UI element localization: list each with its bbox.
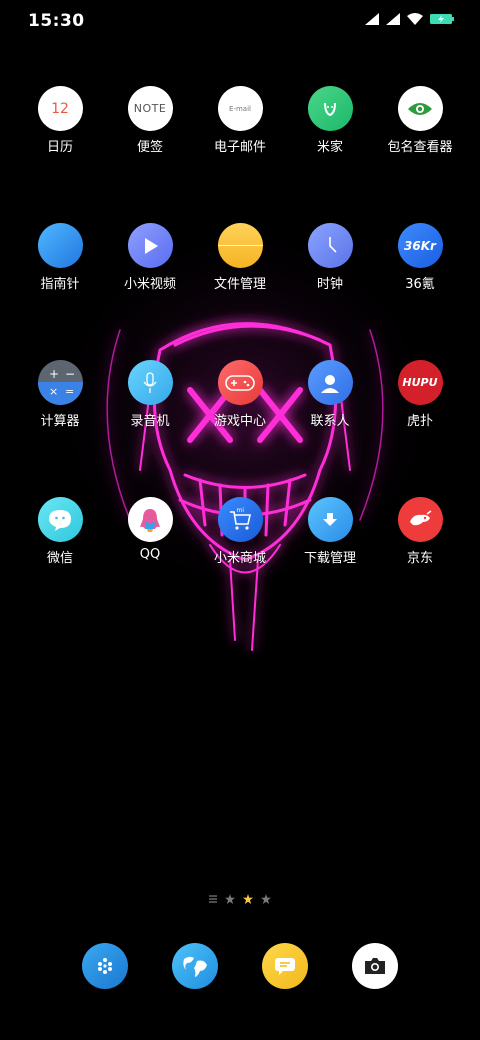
signal-icon [365,13,379,25]
svg-text:−: − [65,367,75,381]
app-label: 时钟 [316,277,343,292]
app-calendar[interactable]: 12 日历 [15,86,105,223]
wechat-icon [37,497,83,542]
star-icon [225,894,235,904]
calendar-date: 12 [51,100,69,117]
app-label: 36氪 [405,277,435,292]
app-label: 小米视频 [123,277,176,292]
microphone-icon [127,360,173,405]
gamepad-icon [217,360,263,405]
app-email[interactable]: E-mail 电子邮件 [195,86,285,223]
app-contacts[interactable]: 联系人 [285,360,375,497]
app-calculator[interactable]: + − × = 计算器 [15,360,105,497]
email-glyph: E-mail [229,104,251,113]
app-label: 京东 [406,551,433,566]
dock-messages[interactable] [262,943,308,989]
app-row: + − × = 计算器 录音机 游戏中心 联系人 HUPU 虎扑 [15,360,465,497]
compass-icon [37,223,83,268]
calendar-icon: 12 [37,86,83,131]
app-game-center[interactable]: 游戏中心 [195,360,285,497]
app-wechat[interactable]: 微信 [15,497,105,634]
hupu-icon: HUPU [397,360,443,405]
app-label: 包名查看器 [387,140,453,155]
dots-icon [98,958,112,974]
36kr-icon: 36Kr [397,223,443,268]
app-mi-video[interactable]: 小米视频 [105,223,195,360]
download-icon [307,497,353,542]
app-downloads[interactable]: 下载管理 [285,497,375,634]
app-label: 便签 [136,140,163,155]
calculator-icon: + − × = [37,360,83,405]
signal-icon [386,13,400,25]
svg-text:×: × [49,385,58,398]
notes-icon: NOTE [127,86,173,131]
app-label: 计算器 [40,414,80,429]
app-grid: 12 日历 NOTE 便签 E-mail 电子邮件 米家 包名查看器 指南针 小… [15,86,465,634]
app-label: 游戏中心 [213,414,266,429]
play-icon [127,223,173,268]
app-compass[interactable]: 指南针 [15,223,105,360]
app-label: 米家 [316,140,343,155]
camera-icon [365,958,385,974]
menu-lines-icon [209,895,217,903]
app-label: 虎扑 [406,414,433,429]
dock-browser[interactable] [172,943,218,989]
app-jd[interactable]: 京东 [375,497,465,634]
app-row: 微信 QQ mi 小米商城 下载管理 京东 [15,497,465,634]
app-row: 指南针 小米视频 文件管理 时钟 36Kr 36氪 [15,223,465,360]
qq-penguin-icon [127,497,173,542]
email-icon: E-mail [217,86,263,131]
app-label: 电子邮件 [213,140,266,155]
app-mijia[interactable]: 米家 [285,86,375,223]
notes-glyph: NOTE [133,102,167,115]
star-icon-active [243,894,253,904]
app-label: 文件管理 [213,277,266,292]
page-indicator[interactable] [0,894,480,904]
app-qq[interactable]: QQ [105,497,195,634]
app-label: 小米商城 [213,551,266,566]
app-row: 12 日历 NOTE 便签 E-mail 电子邮件 米家 包名查看器 [15,86,465,223]
svg-text:+: + [49,367,59,381]
star-icon [261,894,271,904]
battery-icon [430,14,454,24]
app-mi-store[interactable]: mi 小米商城 [195,497,285,634]
eye-icon [397,86,443,131]
dock [60,943,420,989]
svg-text:=: = [65,385,74,398]
person-icon [307,360,353,405]
36kr-glyph: 36Kr [404,238,436,253]
app-recorder[interactable]: 录音机 [105,360,195,497]
message-icon [275,958,295,975]
mi-store-glyph: mi [236,507,245,514]
folder-icon [217,223,263,268]
app-label: 联系人 [310,414,350,429]
status-time: 15:30 [28,11,85,31]
jd-dog-icon [397,497,443,542]
status-bar: 15:30 [0,0,480,44]
app-package-viewer[interactable]: 包名查看器 [375,86,465,223]
app-label: 微信 [46,551,73,566]
clock-icon [307,223,353,268]
app-label: 录音机 [130,414,170,429]
app-36kr[interactable]: 36Kr 36氪 [375,223,465,360]
dock-camera[interactable] [352,943,398,989]
wifi-icon [407,13,423,25]
app-file-manager[interactable]: 文件管理 [195,223,285,360]
app-label: 下载管理 [303,551,356,566]
app-hupu[interactable]: HUPU 虎扑 [375,360,465,497]
mijia-icon [307,86,353,131]
hupu-glyph: HUPU [402,376,438,389]
dock-app-drawer[interactable] [82,943,128,989]
app-clock[interactable]: 时钟 [285,223,375,360]
app-label: 日历 [46,140,73,155]
shopping-cart-icon: mi [217,497,263,542]
app-label: QQ [139,547,161,562]
app-label: 指南针 [40,277,80,292]
globe-icon [183,956,207,977]
app-notes[interactable]: NOTE 便签 [105,86,195,223]
